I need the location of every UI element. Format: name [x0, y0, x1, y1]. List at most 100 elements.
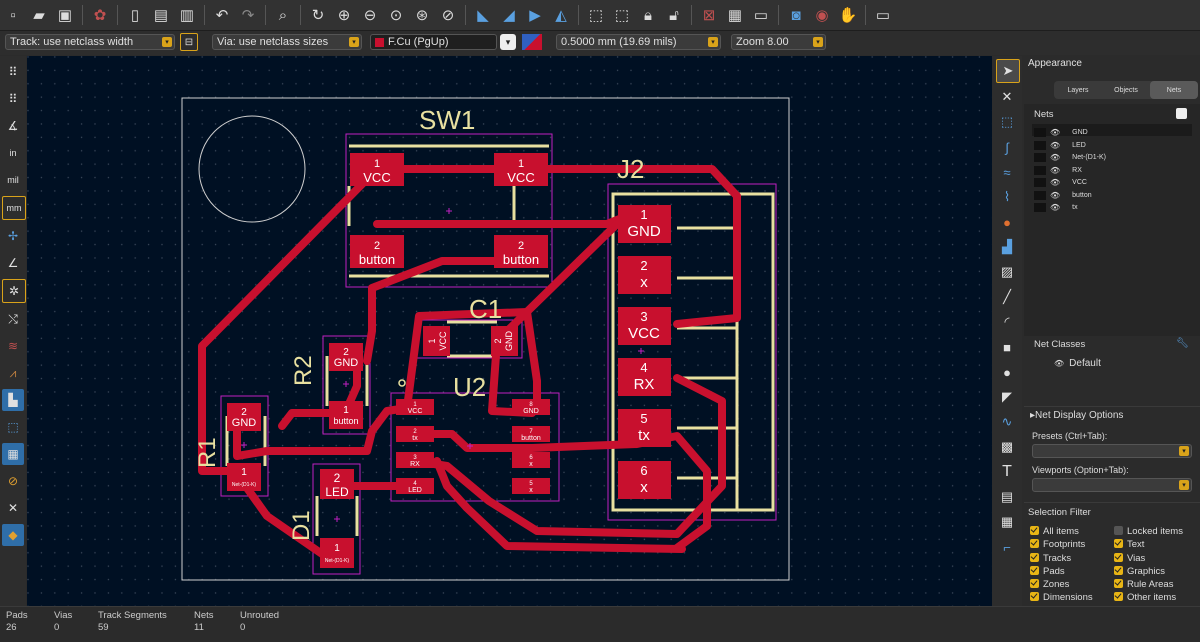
mirror-icon[interactable]: ◭ [550, 4, 572, 26]
zoom-selection-icon[interactable]: ⊘ [437, 4, 459, 26]
net-row[interactable]: 👁︎ RX [1034, 164, 1082, 176]
filter-tracks[interactable]: Tracks [1030, 552, 1093, 565]
zoom-in-icon[interactable]: ⊕ [333, 4, 355, 26]
via-outline-icon[interactable]: ⬚ [2, 416, 24, 438]
layer-select[interactable]: F.Cu (PgUp) [370, 34, 497, 50]
print-icon[interactable]: ▤ [150, 4, 172, 26]
undo-icon[interactable]: ↶ [211, 4, 233, 26]
lock-icon[interactable]: 🔒︎ [637, 4, 659, 26]
tab-nets[interactable]: Nets [1150, 81, 1198, 99]
contrast-mode-icon[interactable]: ▦ [2, 443, 24, 465]
redo-icon[interactable]: ↷ [237, 4, 259, 26]
add-text-icon[interactable]: T [996, 461, 1018, 483]
open-icon[interactable]: ▰ [28, 4, 50, 26]
route-track-icon[interactable]: ∫ [996, 136, 1018, 158]
high-contrast-icon[interactable]: ⊘ [2, 470, 24, 492]
checkbox[interactable] [1114, 552, 1123, 562]
units-inch-icon[interactable]: in [2, 142, 24, 164]
ungroup-icon[interactable]: ⬚ [611, 4, 633, 26]
filter-all-items[interactable]: All items [1030, 525, 1093, 538]
rotate-ccw-icon[interactable]: ◢ [498, 4, 520, 26]
net-highlight-icon[interactable]: ✕ [2, 497, 24, 519]
checkbox[interactable] [1114, 592, 1123, 602]
track-width-select[interactable]: Track: use netclass width ▾ [5, 34, 175, 50]
select-icon[interactable]: ➤ [996, 59, 1020, 83]
plot-icon[interactable]: ▥ [176, 4, 198, 26]
eye-icon[interactable]: 👁︎ [1050, 166, 1060, 175]
update-pcb-icon[interactable]: ◙ [785, 4, 807, 26]
filter-graphics[interactable]: Graphics [1114, 565, 1183, 578]
checkbox[interactable] [1030, 539, 1039, 549]
cursor-shape-icon[interactable]: ✢ [2, 225, 24, 247]
grid-select[interactable]: 0.5000 mm (19.69 mils) ▾ [556, 34, 721, 50]
auto-track-width-icon[interactable]: ⊟ [180, 33, 198, 51]
filter-zones[interactable]: Zones [1030, 578, 1093, 591]
angle-icon[interactable]: ∠ [2, 252, 24, 274]
filter-dimensions[interactable]: Dimensions [1030, 591, 1093, 604]
zoom-select[interactable]: Zoom 8.00 ▾ [731, 34, 826, 50]
local-ratsnest-icon[interactable]: ✕ [996, 86, 1018, 108]
checkbox[interactable] [1030, 565, 1039, 575]
draw-arc-icon[interactable]: ◜ [996, 311, 1018, 333]
pad-sketch-icon[interactable]: ⩘ [2, 362, 24, 384]
add-zone-icon[interactable]: ▟ [996, 236, 1018, 258]
draw-line-icon[interactable]: ╱ [996, 286, 1018, 308]
terminal-icon[interactable]: ▭ [872, 4, 894, 26]
eye-icon[interactable]: 👁︎ [1050, 191, 1060, 200]
footprint-browser-icon[interactable]: ▭ [750, 4, 772, 26]
checkbox[interactable] [1114, 526, 1123, 535]
curved-ratsnest-icon[interactable]: ⤭ [2, 308, 24, 330]
draw-circle-icon[interactable]: ● [996, 361, 1018, 383]
polar-grid-icon[interactable]: ⠿ [2, 88, 24, 110]
checkbox[interactable] [1030, 526, 1039, 535]
draw-polygon-icon[interactable]: ◤ [996, 386, 1018, 408]
save-icon[interactable]: ▣ [54, 4, 76, 26]
flip-board-icon[interactable]: ◣ [472, 4, 494, 26]
add-textbox-icon[interactable]: ▤ [996, 486, 1018, 508]
grid-dots-icon[interactable]: ⠿ [2, 61, 24, 83]
add-footprint-icon[interactable]: ⬚ [996, 111, 1018, 133]
footprint-editor-icon[interactable]: ▦ [724, 4, 746, 26]
filter-rule-areas[interactable]: Rule Areas [1114, 578, 1183, 591]
net-row[interactable]: 👁︎ LED [1034, 139, 1086, 151]
ratsnest-icon[interactable]: ✲ [2, 279, 26, 303]
layer-dropdown-button[interactable]: ▾ [500, 34, 516, 50]
page-settings-icon[interactable]: ▯ [124, 4, 146, 26]
polar-coords-icon[interactable]: ∡ [2, 115, 24, 137]
new-board-icon[interactable]: ▫ [2, 4, 24, 26]
checkbox[interactable] [1114, 565, 1123, 575]
units-mm-icon[interactable]: mm [2, 196, 26, 220]
checkbox[interactable] [1030, 592, 1039, 602]
net-display-options-toggle[interactable]: ▸Net Display Options [1030, 410, 1123, 421]
zoom-out-icon[interactable]: ⊖ [359, 4, 381, 26]
unlock-icon[interactable]: 🔓︎ [663, 4, 685, 26]
netlist-icon[interactable]: ⊠ [698, 4, 720, 26]
filter-locked-items[interactable]: Locked items [1114, 525, 1183, 538]
checkbox[interactable] [1030, 552, 1039, 562]
track-outline-icon[interactable]: ▙ [2, 389, 24, 411]
add-table-icon[interactable]: ▦ [996, 511, 1018, 533]
group-icon[interactable]: ⬚ [585, 4, 607, 26]
filter-pads[interactable]: Pads [1030, 565, 1093, 578]
redraw-icon[interactable]: ↻ [307, 4, 329, 26]
tune-length-icon[interactable]: ⌇ [996, 186, 1018, 208]
eye-icon[interactable]: 👁︎ [1050, 178, 1060, 187]
filter-text[interactable]: Text [1114, 538, 1183, 551]
eye-icon[interactable]: 👁︎ [1050, 153, 1060, 162]
rule-area-icon[interactable]: ▨ [996, 261, 1018, 283]
eye-icon[interactable]: 👁︎ [1050, 128, 1060, 137]
draw-bezier-icon[interactable]: ∿ [996, 411, 1018, 433]
find-icon[interactable]: ⌕ [272, 4, 294, 26]
draw-rectangle-icon[interactable]: ■ [996, 336, 1018, 358]
checkbox[interactable] [1114, 539, 1123, 549]
net-color-reset-icon[interactable] [1176, 108, 1187, 119]
add-via-icon[interactable]: ● [996, 211, 1018, 233]
net-row[interactable]: 👁︎ GND [1034, 126, 1088, 138]
route-diff-pair-icon[interactable]: ≈ [996, 161, 1018, 183]
checkbox[interactable] [1114, 579, 1123, 589]
eye-icon[interactable]: 👁︎ [1050, 141, 1060, 150]
add-image-icon[interactable]: ▩ [996, 436, 1018, 458]
pcb-drawing[interactable]: SW1 J2 C1 U2 R2 R1 D1 1 VCC 1 VCC 2 butt… [27, 56, 992, 606]
layers-manager-icon[interactable]: ◆ [2, 524, 24, 546]
filter-vias[interactable]: Vias [1114, 552, 1183, 565]
